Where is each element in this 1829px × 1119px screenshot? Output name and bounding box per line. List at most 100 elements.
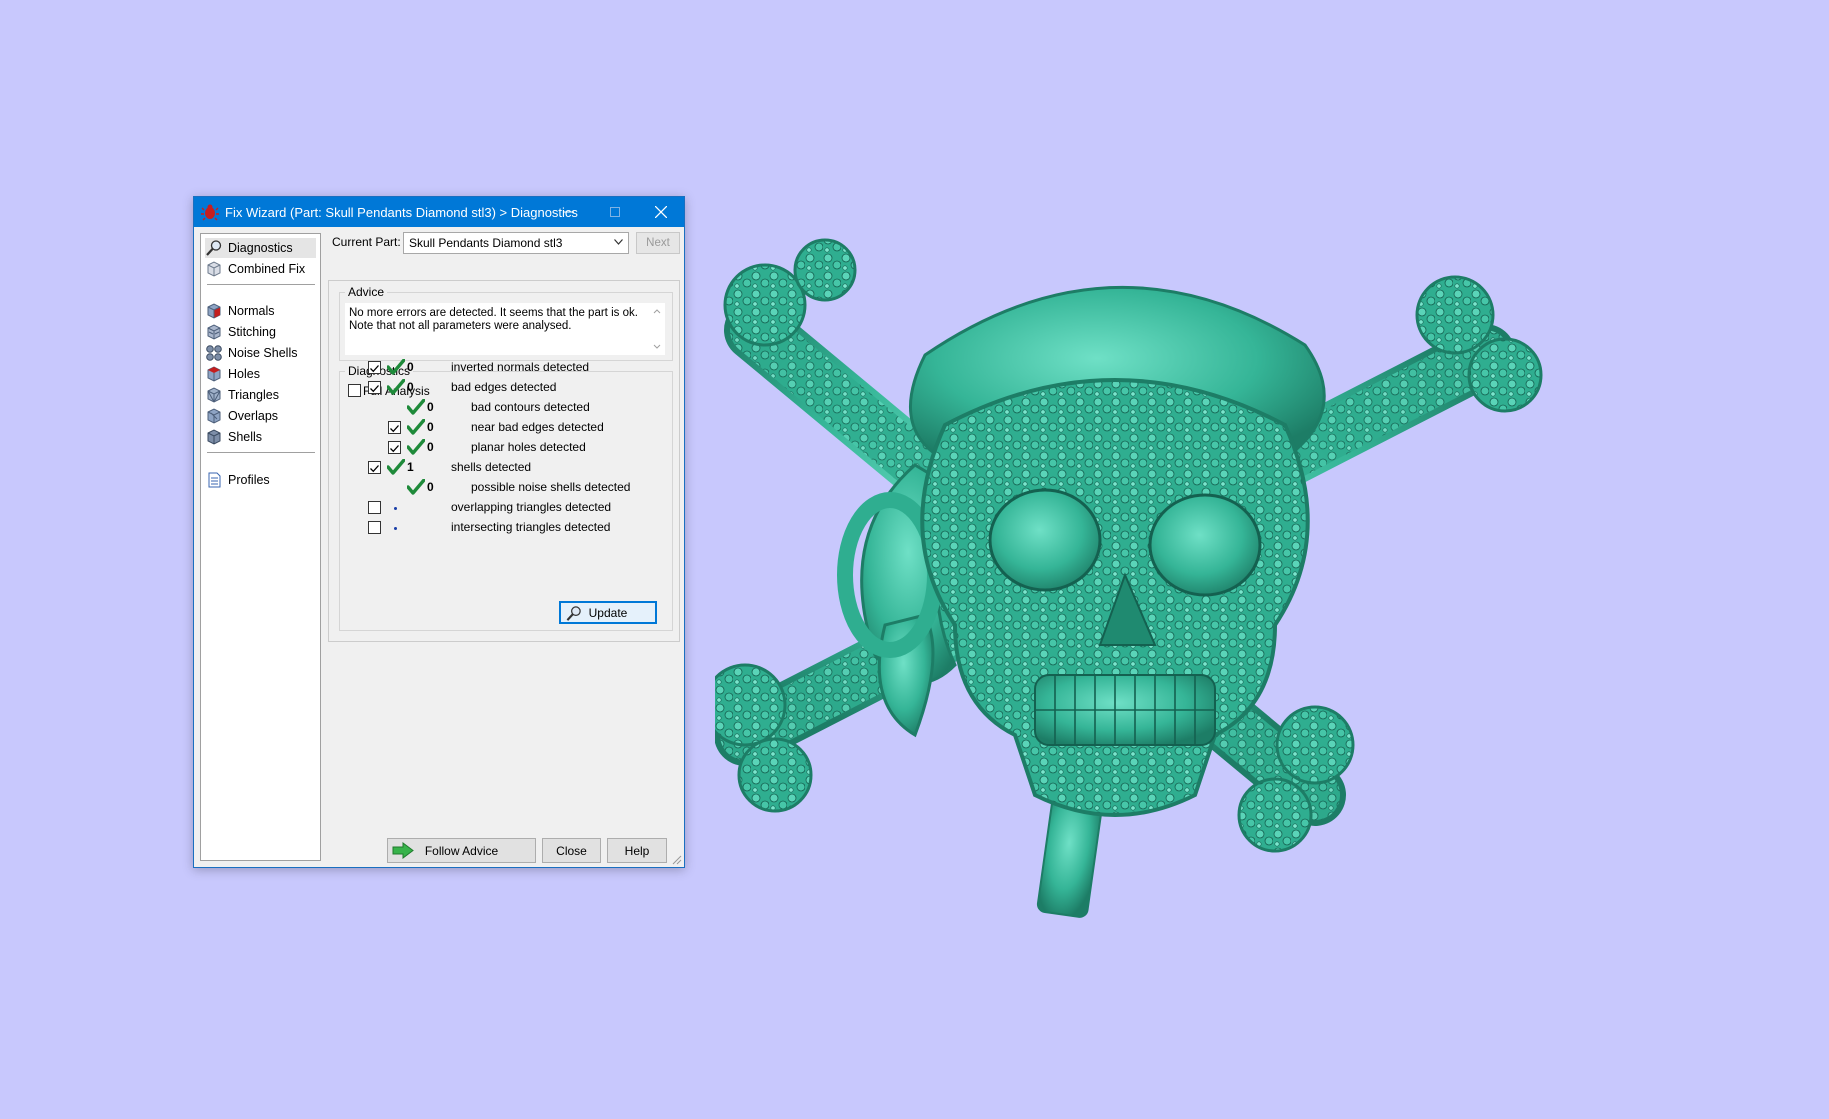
green-check-icon [407, 479, 425, 495]
diagnostic-count: 0 [427, 420, 434, 434]
green-check-icon [407, 439, 425, 455]
green-check-icon [387, 359, 405, 375]
diagnostic-count: 0 [427, 400, 434, 414]
minimize-button[interactable] [546, 197, 592, 227]
nav-item-stitching[interactable]: Stitching [205, 322, 316, 342]
nav-label: Holes [228, 367, 260, 381]
pending-dot [394, 527, 397, 530]
current-part-label: Current Part: [332, 235, 401, 249]
nav-label: Normals [228, 304, 275, 318]
diagnostic-checkbox[interactable] [368, 361, 381, 374]
nav-item-combined-fix[interactable]: Combined Fix [205, 259, 316, 279]
resize-grip-icon[interactable] [672, 855, 682, 865]
chevron-down-icon [614, 239, 623, 245]
nav-item-overlaps[interactable]: Overlaps [205, 406, 316, 426]
fix-wizard-window: Fix Wizard (Part: Skull Pendants Diamond… [193, 196, 685, 868]
checkmark-icon [370, 365, 379, 373]
diagnostic-label: bad contours detected [471, 400, 590, 414]
update-label: Update [588, 605, 628, 620]
update-button[interactable]: Update [559, 601, 657, 624]
follow-advice-label: Follow Advice [424, 843, 499, 858]
nav-item-holes[interactable]: Holes [205, 364, 316, 384]
advice-line: No more errors are detected. It seems th… [349, 307, 638, 319]
diagnostic-checkbox[interactable] [368, 521, 381, 534]
document-icon [208, 472, 221, 488]
diagnostic-label: intersecting triangles detected [451, 520, 611, 534]
diagnostic-count: 0 [427, 440, 434, 454]
right-eye [1148, 493, 1262, 597]
green-check-icon [387, 379, 405, 395]
magnifier-icon [206, 240, 222, 256]
nav-item-profiles[interactable]: Profiles [205, 470, 316, 490]
stitching-icon [207, 324, 221, 340]
red-bug-icon [201, 204, 219, 221]
fix-nav-panel: Diagnostics Combined Fix Normals Stitchi… [200, 233, 321, 861]
skull-pendant-3d-model[interactable] [715, 235, 1565, 925]
teeth [1034, 674, 1216, 746]
noise-shells-icon [206, 345, 222, 361]
checkmark-icon [370, 465, 379, 473]
normals-icon [207, 303, 221, 319]
green-check-icon [387, 459, 405, 475]
nav-label: Combined Fix [228, 262, 306, 276]
advice-line: Note that not all parameters were analys… [349, 320, 572, 332]
diagnostic-label: near bad edges detected [471, 420, 604, 434]
checkmark-icon [390, 445, 399, 453]
diagnostic-count: 0 [407, 360, 414, 374]
nav-item-normals[interactable]: Normals [205, 301, 316, 321]
diagnostic-label: shells detected [451, 460, 532, 474]
nav-item-noise-shells[interactable]: Noise Shells [205, 343, 316, 363]
current-part-dropdown[interactable]: Skull Pendants Diamond stl3 [403, 232, 629, 254]
nav-label: Profiles [228, 473, 270, 487]
window-title: Fix Wizard (Part: Skull Pendants Diamond… [225, 204, 578, 220]
nav-label: Stitching [228, 325, 276, 339]
magnifier-icon [566, 606, 581, 621]
nav-label: Diagnostics [228, 241, 293, 255]
diagnostic-label: inverted normals detected [451, 360, 590, 374]
nav-item-diagnostics[interactable]: Diagnostics [205, 238, 316, 258]
nav-divider [207, 284, 315, 285]
current-part-value: Skull Pendants Diamond stl3 [409, 236, 563, 250]
green-arrow-icon [392, 842, 414, 859]
advice-scrollbar[interactable] [649, 303, 665, 355]
diagnostic-label: planar holes detected [471, 440, 586, 454]
full-analysis-checkbox[interactable] [348, 384, 361, 397]
diagnostic-checkbox[interactable] [368, 461, 381, 474]
nav-divider [207, 452, 315, 453]
diagnostic-count: 1 [407, 460, 414, 474]
overlaps-icon [207, 408, 221, 424]
pending-dot [394, 507, 397, 510]
diagnostic-checkbox[interactable] [368, 381, 381, 394]
nav-item-triangles[interactable]: Triangles [205, 385, 316, 405]
diagnostic-label: possible noise shells detected [471, 480, 631, 494]
next-button[interactable]: Next [636, 232, 680, 254]
diagnostic-checkbox[interactable] [388, 441, 401, 454]
advice-text-box[interactable]: No more errors are detected. It seems th… [345, 303, 665, 355]
checkmark-icon [370, 385, 379, 393]
close-button[interactable]: Close [542, 838, 601, 863]
diagnostic-count: 0 [407, 380, 414, 394]
diagnostic-label: bad edges detected [451, 380, 557, 394]
left-eye [988, 488, 1102, 592]
checkmark-icon [390, 425, 399, 433]
close-window-button[interactable] [638, 197, 684, 227]
nav-item-shells[interactable]: Shells [205, 427, 316, 447]
scroll-up-icon [653, 309, 661, 349]
minimize-icon [564, 211, 574, 213]
follow-advice-button[interactable]: Follow Advice [387, 838, 536, 863]
diagnostic-label: overlapping triangles detected [451, 500, 612, 514]
help-button[interactable]: Help [607, 838, 667, 863]
nav-label: Shells [228, 430, 263, 444]
diagnostic-checkbox[interactable] [368, 501, 381, 514]
nav-label: Overlaps [228, 409, 279, 423]
cube-icon [207, 261, 221, 277]
diagnostic-checkbox[interactable] [388, 421, 401, 434]
maximize-icon [610, 207, 620, 217]
green-check-icon [407, 419, 425, 435]
title-bar[interactable]: Fix Wizard (Part: Skull Pendants Diamond… [194, 197, 684, 227]
shells-icon [207, 429, 221, 445]
holes-icon [207, 366, 221, 382]
close-icon [655, 206, 667, 218]
nav-label: Noise Shells [228, 346, 298, 360]
maximize-button[interactable] [592, 197, 638, 227]
